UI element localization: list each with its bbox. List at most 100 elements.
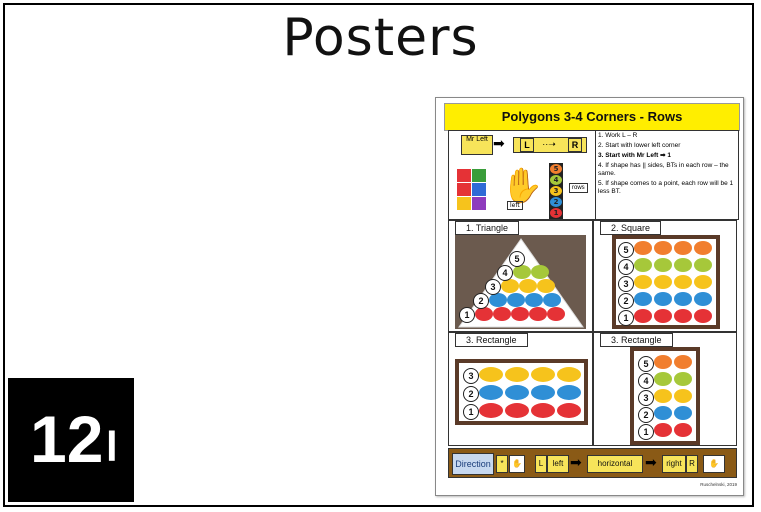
- direction-label: Direction: [452, 453, 494, 475]
- bottle-cap: [674, 355, 692, 369]
- panel-label: 3. Rectangle: [600, 333, 673, 347]
- step-item: 1. Work L – R: [598, 132, 638, 139]
- bottle-cap: [694, 241, 712, 255]
- right-arrow-icon: ➡: [570, 455, 582, 471]
- hand-tag: left: [507, 201, 523, 210]
- stack-dot: 5: [550, 164, 562, 174]
- color-grid-icon: [457, 169, 487, 211]
- row-number: 3: [463, 368, 479, 384]
- direction-bar: Direction * ✋ L left ➡ horizontal ➡ righ…: [448, 448, 737, 478]
- bottle-cap: [674, 423, 692, 437]
- left-word-chip: left: [547, 455, 569, 473]
- bottle-cap: [505, 385, 529, 400]
- bottle-cap: [694, 258, 712, 272]
- row-number: 5: [618, 242, 634, 258]
- row-number: 3: [485, 279, 501, 295]
- badge-suffix: l: [106, 423, 118, 470]
- stack-dot: 3: [550, 186, 562, 196]
- row-number: 1: [638, 424, 654, 440]
- stack-dot: 4: [550, 175, 562, 185]
- panel-rectangle-wide: 3. Rectangle 3 2 1: [448, 332, 593, 446]
- bottle-cap: [634, 241, 652, 255]
- row-number: 4: [618, 259, 634, 275]
- bottle-cap: [674, 275, 692, 289]
- right-word-chip: right: [662, 455, 686, 473]
- bottle-cap: [654, 309, 672, 323]
- bottle-cap: [479, 385, 503, 400]
- bottle-cap: [694, 292, 712, 306]
- bottle-cap: [654, 241, 672, 255]
- bottle-cap: [674, 406, 692, 420]
- bottle-cap: [557, 367, 581, 382]
- bottle-cap: [479, 403, 503, 418]
- step-item: 4. If shape has || sides, BTs in each ro…: [598, 162, 729, 177]
- left-letter-chip: L: [535, 455, 547, 473]
- triangle-photo: 1 2 3 4 5: [455, 235, 586, 329]
- bottle-cap: [531, 385, 555, 400]
- panel-triangle: 1. Triangle 1 2 3 4 5: [448, 220, 593, 332]
- row-number: 5: [509, 251, 525, 267]
- dashed-arrow-icon: ··➝: [542, 139, 556, 149]
- horizontal-chip: horizontal: [587, 455, 643, 473]
- stack-dot: 1: [550, 208, 562, 218]
- hand-icon: ✋: [509, 455, 525, 473]
- bottle-cap: [674, 241, 692, 255]
- bottle-cap: [674, 258, 692, 272]
- bottle-cap: [674, 292, 692, 306]
- row-number: 2: [473, 293, 489, 309]
- slide-number-badge: 12 l: [8, 378, 134, 502]
- poster-image: Polygons 3-4 Corners - Rows Mr Left ➡ L …: [435, 97, 744, 496]
- panel-label: 3. Rectangle: [455, 333, 528, 347]
- bottle-cap: [654, 258, 672, 272]
- bottle-cap: [634, 258, 652, 272]
- bottle-cap: [531, 403, 555, 418]
- bottle-cap: [505, 403, 529, 418]
- page-title: Posters: [282, 8, 479, 68]
- row-number: 1: [463, 404, 479, 420]
- left-letter: L: [520, 138, 534, 152]
- bottle-cap: [654, 389, 672, 403]
- step-item: 3. Start with Mr Left ➡ 1: [598, 152, 671, 159]
- step-item: 2. Start with lower left corner: [598, 142, 681, 149]
- star-chip: *: [496, 455, 508, 473]
- row-number: 4: [638, 373, 654, 389]
- bottle-cap: [694, 309, 712, 323]
- row-number: 2: [618, 293, 634, 309]
- step-item: 5. If shape comes to a point, each row w…: [598, 180, 734, 195]
- bottle-cap: [694, 275, 712, 289]
- badge-number: 12: [30, 402, 104, 476]
- poster-intro: Mr Left ➡ L ··➝ R ✋ left 5 4 3 2 1 rows …: [448, 130, 739, 220]
- bottle-cap: [654, 372, 672, 386]
- bottle-cap: [634, 275, 652, 289]
- bottle-cap: [557, 403, 581, 418]
- hand-icon: ✋: [703, 455, 725, 473]
- right-arrow-icon: ➡: [645, 455, 657, 471]
- mr-left-label: Mr Left: [461, 135, 493, 155]
- bottle-cap: [654, 292, 672, 306]
- bottle-cap: [654, 275, 672, 289]
- row-number: 4: [497, 265, 513, 281]
- row-number: 3: [638, 390, 654, 406]
- bottle-cap: [654, 406, 672, 420]
- right-arrow-icon: ➡: [493, 136, 505, 152]
- row-number: 2: [463, 386, 479, 402]
- right-letter: R: [568, 138, 582, 152]
- bottle-cap: [557, 385, 581, 400]
- bottle-cap: [674, 389, 692, 403]
- bottle-cap: [505, 367, 529, 382]
- stack-dot: 2: [550, 197, 562, 207]
- bottle-cap: [634, 292, 652, 306]
- right-letter-chip: R: [686, 455, 698, 473]
- row-number: 5: [638, 356, 654, 372]
- bottle-cap: [674, 372, 692, 386]
- rows-label: rows: [569, 183, 588, 193]
- panel-label: 2. Square: [600, 221, 662, 235]
- bottle-cap: [654, 355, 672, 369]
- bottle-cap: [634, 309, 652, 323]
- row-number: 1: [459, 307, 475, 323]
- steps-list: 1. Work L – R 2. Start with lower left c…: [595, 131, 737, 219]
- panel-label: 1. Triangle: [455, 221, 520, 235]
- row-number: 2: [638, 407, 654, 423]
- row-number: 3: [618, 276, 634, 292]
- bottle-cap: [674, 309, 692, 323]
